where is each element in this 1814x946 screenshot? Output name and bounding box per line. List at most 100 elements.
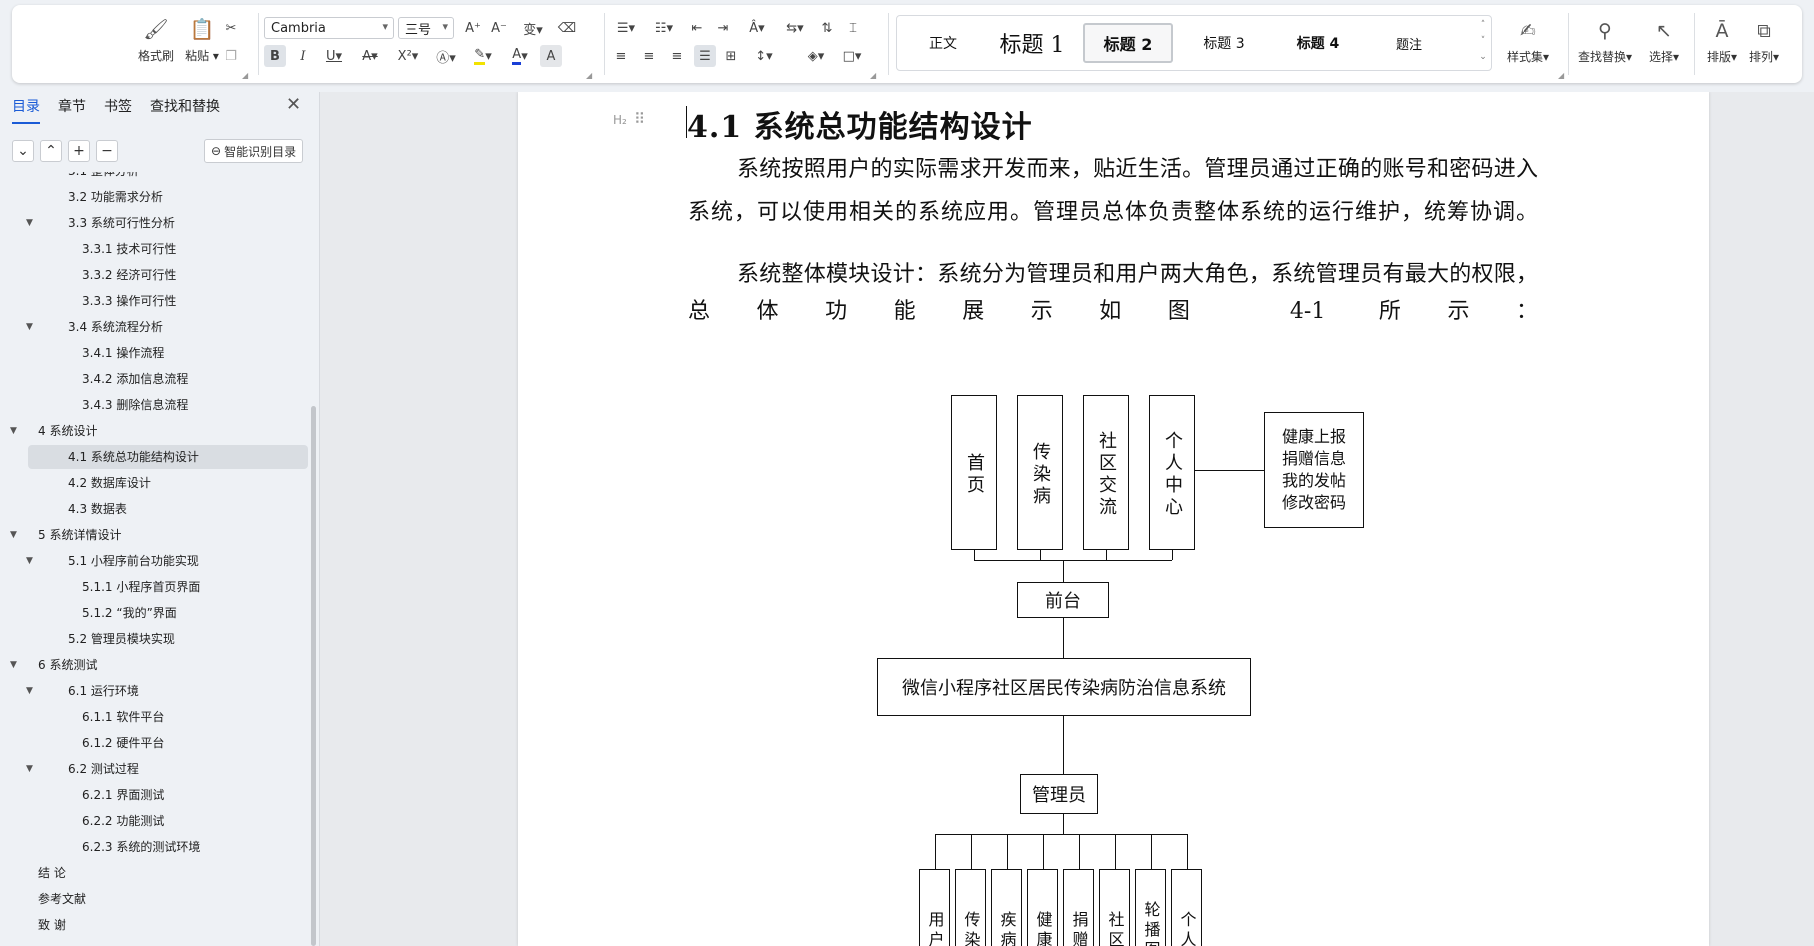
toc-item[interactable]: 3.2 功能需求分析 xyxy=(28,185,308,209)
toc-item[interactable]: 致 谢 xyxy=(28,913,308,937)
tab-chapters[interactable]: 章节 xyxy=(58,96,86,124)
smart-toc-button[interactable]: ⊖ 智能识别目录 xyxy=(204,139,304,163)
toc-item[interactable]: 3.4.2 添加信息流程 xyxy=(28,367,308,391)
align-left-button[interactable]: ≡ xyxy=(610,45,632,67)
line-spacing-button[interactable]: ↕▾ xyxy=(748,45,780,67)
toc-item[interactable]: ▼ 3.3 系统可行性分析 xyxy=(26,211,308,235)
strikethrough-button[interactable]: A▾ xyxy=(354,45,386,67)
toc-item[interactable]: 5.1.2 “我的”界面 xyxy=(28,601,308,625)
toc-item[interactable]: ▼ 3.4 系统流程分析 xyxy=(26,315,308,339)
toc-item[interactable]: ▼ 5 系统详情设计 xyxy=(10,523,308,547)
style-normal[interactable]: 正文 xyxy=(907,23,979,63)
numbered-list-button[interactable]: ☷▾ xyxy=(648,17,680,39)
cut-button[interactable]: ✂ xyxy=(220,17,242,39)
toc-item[interactable]: 参考文献 xyxy=(28,887,308,911)
toc-scrollbar[interactable] xyxy=(311,406,316,946)
expand-triangle-icon[interactable]: ▼ xyxy=(10,419,17,443)
paragraph-expand-icon[interactable]: ◢ xyxy=(870,71,876,80)
toc-item[interactable]: ▼ 6 系统测试 xyxy=(10,653,308,677)
underline-button[interactable]: U▾ xyxy=(318,45,350,67)
find-replace-button[interactable]: ⚲ 查找替换▾ xyxy=(1574,19,1636,65)
shading-button[interactable]: ◈▾ xyxy=(800,45,832,67)
toc-item[interactable]: ▼ 5.1 小程序前台功能实现 xyxy=(26,549,308,573)
font-size-select[interactable]: 三号 ▾ xyxy=(398,17,454,39)
remove-heading-button[interactable]: − xyxy=(96,140,118,162)
font-expand-icon[interactable]: ◢ xyxy=(586,71,592,80)
toc-item[interactable]: 6.1.2 硬件平台 xyxy=(28,731,308,755)
text-effect-button[interactable]: Ⓐ▾ xyxy=(430,45,462,67)
style-expand-icon[interactable]: ◢ xyxy=(1558,71,1564,80)
section-heading[interactable]: 4.1 系统总功能结构设计 xyxy=(687,102,1033,146)
toc-item[interactable]: 4.1 系统总功能结构设计 xyxy=(28,445,308,469)
style-heading-1[interactable]: 标题 1 xyxy=(989,23,1075,63)
decrease-indent-button[interactable]: ⇤ xyxy=(686,17,708,39)
document-page[interactable]: H₂ ⠿ 4.1 系统总功能结构设计 系统按照用户的实际需求开发而来，贴近生活。… xyxy=(518,92,1709,946)
justify-button[interactable]: ☰ xyxy=(694,45,716,67)
style-set-button[interactable]: ✍ 样式集▾ xyxy=(1500,19,1556,65)
phonetic-button[interactable]: 变▾ xyxy=(515,17,551,39)
copy-button[interactable]: ❐ xyxy=(220,45,242,67)
toc-item[interactable]: 6.2.2 功能测试 xyxy=(28,809,308,833)
align-right-button[interactable]: ≡ xyxy=(666,45,688,67)
expand-triangle-icon[interactable]: ▼ xyxy=(26,549,33,573)
toc-item[interactable]: ▼ 6.1 运行环境 xyxy=(26,679,308,703)
grow-font-button[interactable]: A⁺ xyxy=(462,17,484,39)
clipboard-expand-icon[interactable]: ◢ xyxy=(242,71,248,80)
font-name-select[interactable]: Cambria ▾ xyxy=(264,17,394,39)
drag-handle-icon[interactable]: ⠿ xyxy=(634,110,645,128)
move-up-button[interactable]: ⌃ xyxy=(40,140,62,162)
bold-button[interactable]: B xyxy=(264,45,286,67)
expand-triangle-icon[interactable]: ▼ xyxy=(26,757,33,781)
tab-find-replace[interactable]: 查找和替换 xyxy=(150,96,220,124)
style-heading-4[interactable]: 标题 4 xyxy=(1275,23,1361,63)
superscript-button[interactable]: X²▾ xyxy=(390,45,426,67)
style-scroll-up-icon[interactable]: ˄ xyxy=(1477,20,1489,30)
toc-item[interactable]: 6.1.1 软件平台 xyxy=(28,705,308,729)
text-direction-button[interactable]: Â▾ xyxy=(740,17,774,39)
collapse-all-button[interactable]: ⌄ xyxy=(12,140,34,162)
distributed-button[interactable]: ⊞ xyxy=(720,45,742,67)
expand-triangle-icon[interactable]: ▼ xyxy=(10,523,17,547)
expand-triangle-icon[interactable]: ▼ xyxy=(10,653,17,677)
tab-bookmarks[interactable]: 书签 xyxy=(104,96,132,124)
clear-format-button[interactable]: ⌫ xyxy=(556,17,578,39)
toc-item[interactable]: 3.4.3 删除信息流程 xyxy=(28,393,308,417)
style-heading-2[interactable]: 标题 2 xyxy=(1083,23,1173,63)
style-caption[interactable]: 题注 xyxy=(1369,23,1449,63)
expand-triangle-icon[interactable]: ▼ xyxy=(26,679,33,703)
expand-triangle-icon[interactable]: ▼ xyxy=(26,315,33,339)
add-heading-button[interactable]: + xyxy=(68,140,90,162)
border-button[interactable]: □▾ xyxy=(836,45,868,67)
toc-item[interactable]: 6.2.1 界面测试 xyxy=(28,783,308,807)
tab-toc[interactable]: 目录 xyxy=(12,96,40,124)
close-pane-button[interactable]: ✕ xyxy=(286,94,301,115)
style-more-icon[interactable]: ⌄ xyxy=(1477,52,1489,62)
arrange-button[interactable]: ⧉ 排列▾ xyxy=(1744,19,1784,65)
align-center-button[interactable]: ≡ xyxy=(638,45,660,67)
toc-item[interactable]: 4.3 数据表 xyxy=(28,497,308,521)
style-heading-3[interactable]: 标题 3 xyxy=(1181,23,1267,63)
toc-item[interactable]: ▼ 6.2 测试过程 xyxy=(26,757,308,781)
toc-item[interactable]: 3.3.2 经济可行性 xyxy=(28,263,308,287)
toc-item[interactable]: 5.1.1 小程序首页界面 xyxy=(28,575,308,599)
italic-button[interactable]: I xyxy=(292,45,314,67)
char-shading-button[interactable]: A xyxy=(540,45,562,67)
show-marks-button[interactable]: ⌶ xyxy=(842,17,864,39)
toc-item[interactable]: 3.3.1 技术可行性 xyxy=(28,237,308,261)
paragraph-2[interactable]: 系统整体模块设计：系统分为管理员和用户两大角色，系统管理员有最大的权限，总体功能… xyxy=(688,256,1538,367)
select-button[interactable]: ↖ 选择▾ xyxy=(1642,19,1686,65)
highlight-button[interactable]: ✎ ▾ xyxy=(466,45,500,67)
toc-item[interactable]: 5.2 管理员模块实现 xyxy=(28,627,308,651)
shrink-font-button[interactable]: A⁻ xyxy=(488,17,510,39)
expand-triangle-icon[interactable]: ▼ xyxy=(26,211,33,235)
toc-item[interactable]: ▼ 4 系统设计 xyxy=(10,419,308,443)
sort-direction-button[interactable]: ⇆▾ xyxy=(778,17,812,39)
increase-indent-button[interactable]: ⇥ xyxy=(712,17,734,39)
toc-item[interactable]: 3.1 整体分析 xyxy=(28,172,308,183)
toc-item[interactable]: 6.2.3 系统的测试环境 xyxy=(28,835,308,859)
layout-button[interactable]: Ā 排版▾ xyxy=(1702,19,1742,65)
sort-button[interactable]: ⇅ xyxy=(816,17,838,39)
toc-item[interactable]: 4.2 数据库设计 xyxy=(28,471,308,495)
bullet-list-button[interactable]: ☰▾ xyxy=(610,17,642,39)
toc-item[interactable]: 结 论 xyxy=(28,861,308,885)
